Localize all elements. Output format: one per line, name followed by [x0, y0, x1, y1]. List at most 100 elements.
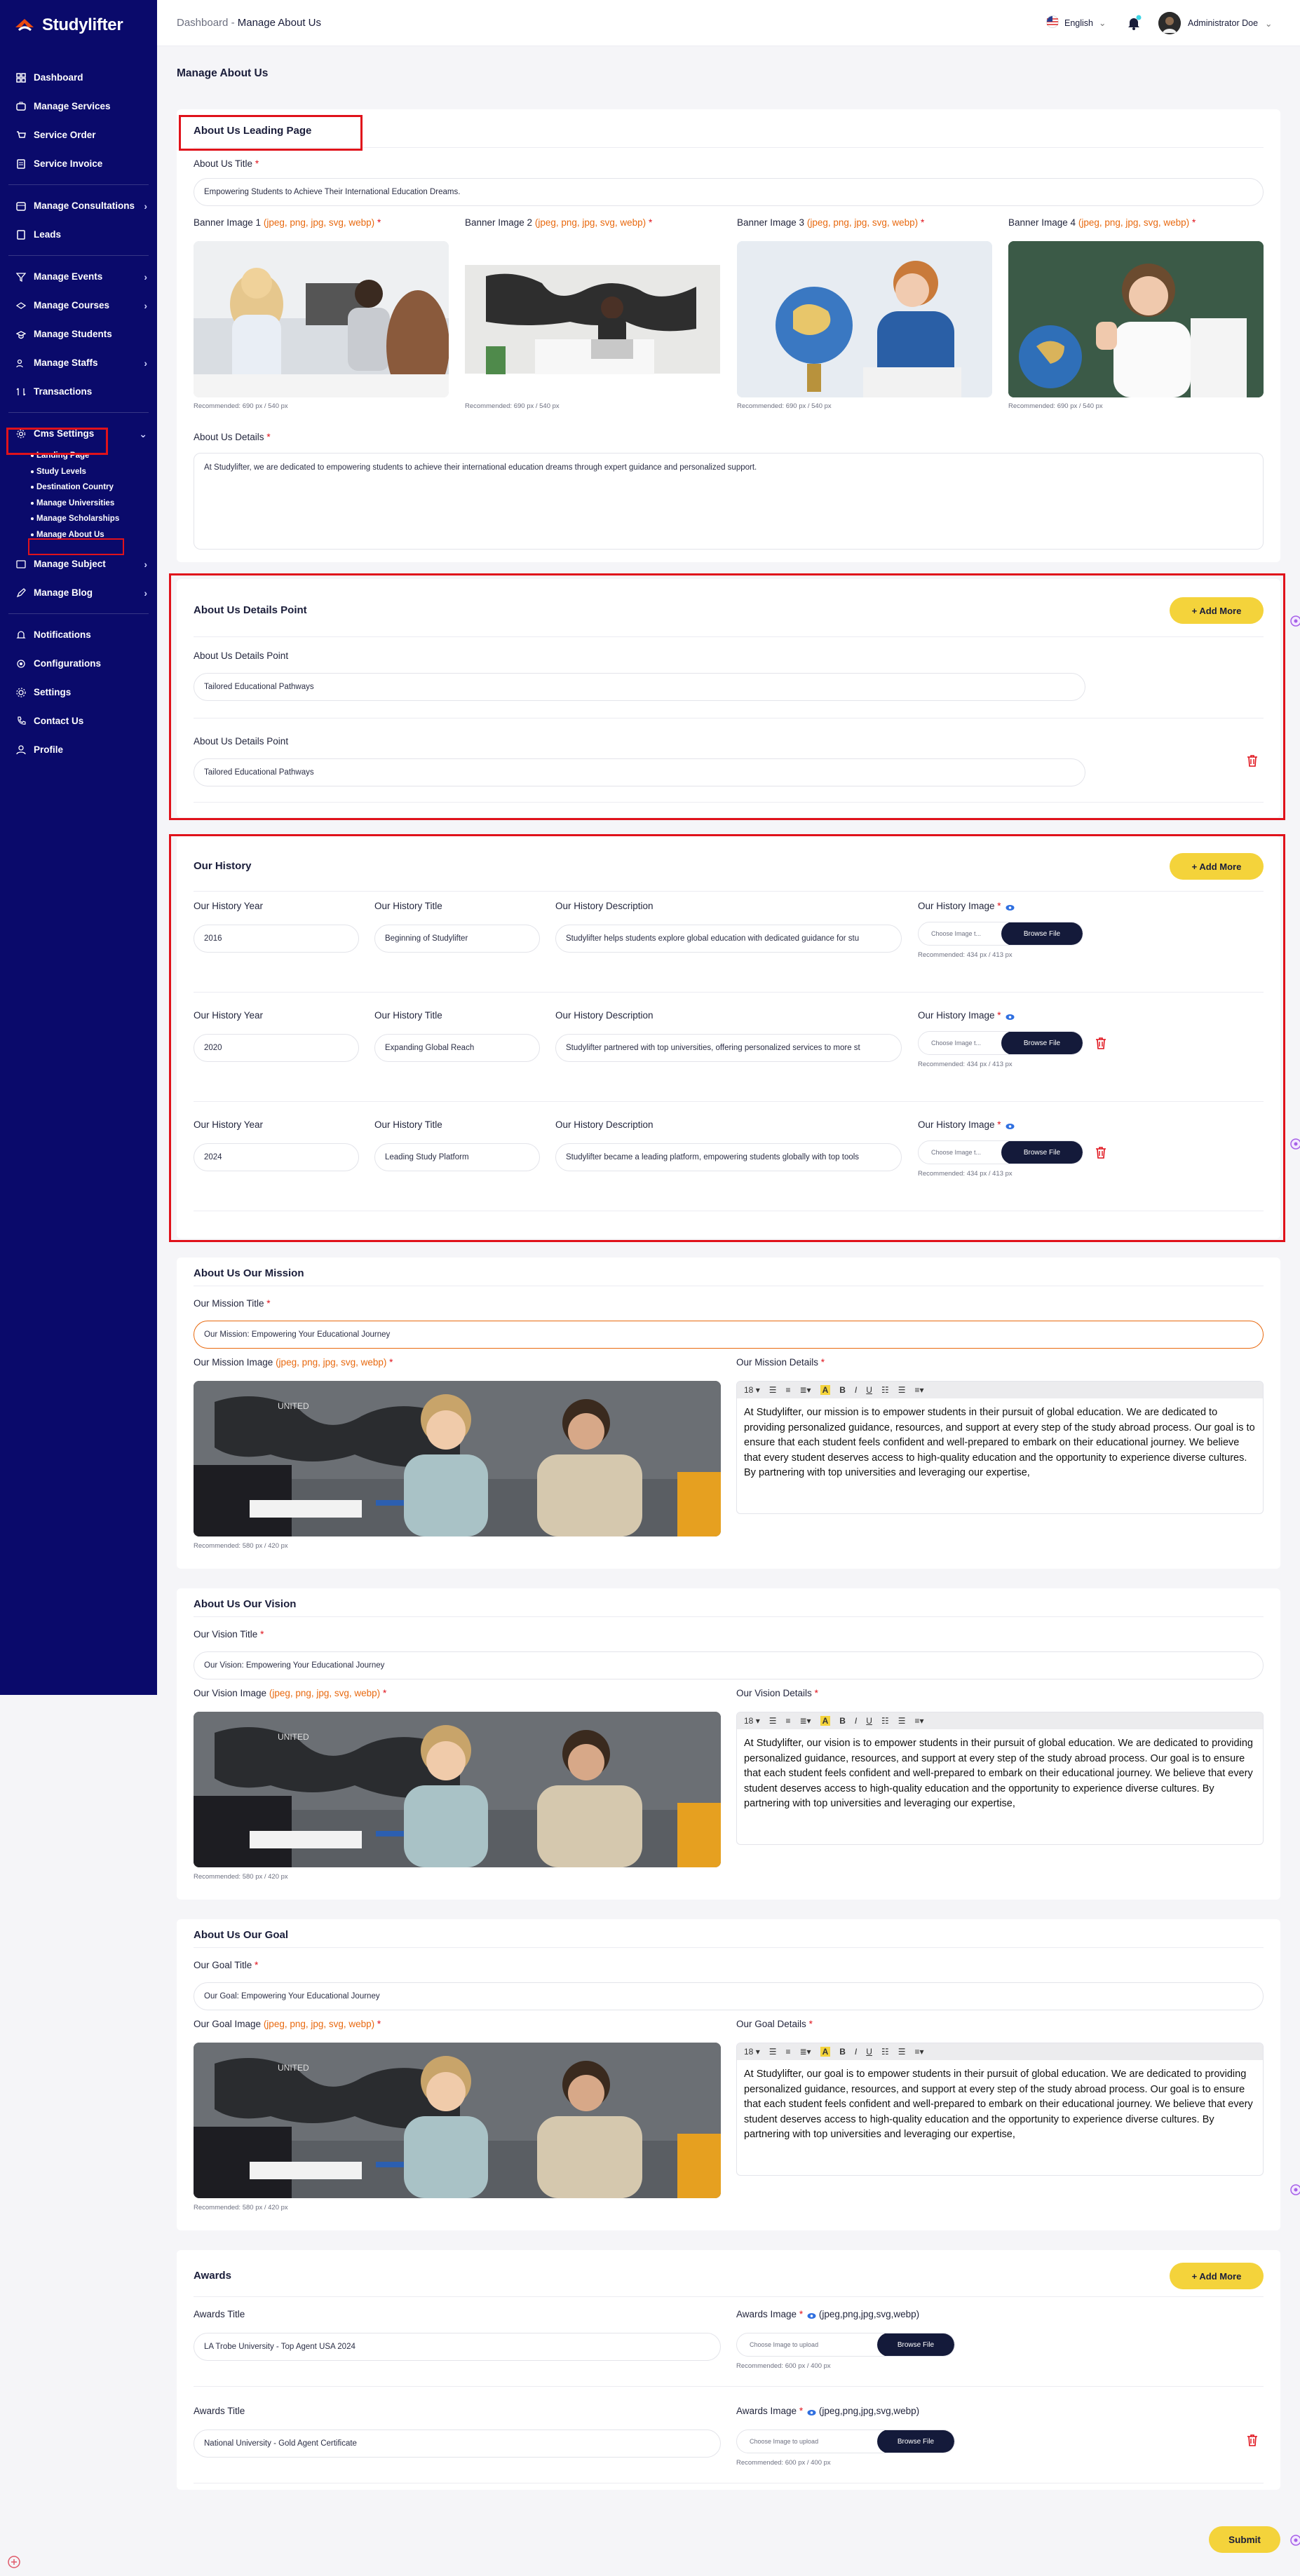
side-tab-icon[interactable] — [1286, 2533, 1300, 2547]
mission-title-input[interactable]: Our Mission: Empowering Your Educational… — [194, 1321, 1264, 1349]
paragraph-align-icon[interactable]: ≡▾ — [914, 1716, 923, 1726]
about-details-textarea[interactable]: At Studylifter, we are dedicated to empo… — [194, 453, 1264, 550]
ordered-list-icon[interactable]: ☷ — [881, 1385, 889, 1395]
sidebar-item-manage-services[interactable]: Manage Services — [0, 92, 157, 121]
font-size-select[interactable]: 18 ▾ — [744, 2047, 760, 2057]
ordered-list-icon[interactable]: ☷ — [881, 1716, 889, 1726]
sidebar-item-notifications[interactable]: Notifications — [0, 620, 157, 649]
add-more-awards-button[interactable]: + Add More — [1170, 2263, 1264, 2289]
banner-image-4[interactable] — [1008, 241, 1264, 397]
numbered-list-icon[interactable]: ≡ — [785, 1716, 790, 1726]
editor-content[interactable]: At Studylifter, our mission is to empowe… — [737, 1398, 1263, 1488]
history-title-input[interactable]: Expanding Global Reach — [374, 1034, 540, 1062]
align-icon[interactable]: ≣▾ — [800, 2047, 811, 2057]
breadcrumb-root[interactable]: Dashboard — [177, 17, 228, 29]
notification-bell-icon[interactable] — [1125, 14, 1143, 32]
sidebar-item-manage-blog[interactable]: Manage Blog › — [0, 578, 157, 607]
sidebar-item-cms-settings[interactable]: Cms Settings ⌄ — [0, 419, 157, 448]
ordered-list-icon[interactable]: ☷ — [881, 2047, 889, 2057]
goal-details-editor[interactable]: 18 ▾ ☰ ≡ ≣▾ A B I U ☷ ☰ ≡▾ At Studylifter, our goa… — [736, 2043, 1264, 2176]
side-tab-icon[interactable] — [1286, 1137, 1300, 1151]
eye-icon[interactable] — [807, 2311, 816, 2319]
history-year-input[interactable]: 2024 — [194, 1143, 359, 1171]
eye-icon[interactable] — [1006, 1012, 1015, 1021]
sidebar-item-manage-consultations[interactable]: Manage Consultations › — [0, 191, 157, 220]
about-title-input[interactable]: Empowering Students to Achieve Their Int… — [194, 178, 1264, 206]
italic-icon[interactable]: I — [855, 1385, 857, 1395]
goal-image[interactable]: UNITED — [194, 2043, 721, 2198]
italic-icon[interactable]: I — [855, 1716, 857, 1726]
history-image-upload[interactable]: Choose Image t... Browse File — [918, 922, 1083, 946]
history-title-input[interactable]: Beginning of Studylifter — [374, 925, 540, 953]
numbered-list-icon[interactable]: ≡ — [785, 2047, 790, 2057]
history-desc-input[interactable]: Studylifter helps students explore globa… — [555, 925, 902, 953]
details-point-input[interactable]: Tailored Educational Pathways — [194, 673, 1085, 701]
awards-image-upload[interactable]: Choose Image to upload Browse File — [736, 2333, 955, 2357]
text-color-icon[interactable]: A — [820, 1716, 831, 1726]
history-image-upload[interactable]: Choose Image t... Browse File — [918, 1140, 1083, 1164]
sidebar-subitem-destination-country[interactable]: Destination Country — [0, 479, 157, 496]
sidebar-item-service-order[interactable]: Service Order — [0, 121, 157, 149]
trash-icon[interactable] — [1095, 1037, 1106, 1049]
vision-details-editor[interactable]: 18 ▾ ☰ ≡ ≣▾ A B I U ☷ ☰ ≡▾ At Studylifter, our vis… — [736, 1712, 1264, 1845]
bullet-list-icon[interactable]: ☰ — [769, 1385, 777, 1395]
awards-title-input[interactable]: National University - Gold Agent Certifi… — [194, 2430, 721, 2458]
user-menu[interactable]: Administrator Doe ⌄ — [1158, 12, 1273, 34]
trash-icon[interactable] — [1095, 1146, 1106, 1159]
font-size-select[interactable]: 18 ▾ — [744, 1385, 760, 1395]
sidebar-subitem-manage-universities[interactable]: Manage Universities — [0, 496, 157, 512]
awards-image-upload[interactable]: Choose Image to upload Browse File — [736, 2430, 955, 2453]
bold-icon[interactable]: B — [839, 1716, 846, 1726]
sidebar-item-configurations[interactable]: Configurations — [0, 649, 157, 678]
sidebar-item-manage-students[interactable]: Manage Students — [0, 320, 157, 348]
trash-icon[interactable] — [1247, 2434, 1258, 2446]
banner-image-3[interactable] — [737, 241, 992, 397]
sidebar-item-leads[interactable]: Leads — [0, 220, 157, 249]
side-tab-icon[interactable] — [1286, 2183, 1300, 2197]
sidebar-subitem-landing-page[interactable]: Landing Page — [0, 448, 157, 464]
browse-file-button[interactable]: Browse File — [877, 2333, 954, 2356]
unordered-list-icon[interactable]: ☰ — [898, 1716, 906, 1726]
awards-title-input[interactable]: LA Trobe University - Top Agent USA 2024 — [194, 2333, 721, 2361]
history-desc-input[interactable]: Studylifter became a leading platform, e… — [555, 1143, 902, 1171]
bullet-list-icon[interactable]: ☰ — [769, 2047, 777, 2057]
sidebar-item-settings[interactable]: Settings — [0, 678, 157, 707]
chat-widget-icon[interactable] — [7, 2555, 21, 2569]
sidebar-item-manage-subject[interactable]: Manage Subject › — [0, 550, 157, 578]
underline-icon[interactable]: U — [866, 1716, 872, 1726]
editor-content[interactable]: At Studylifter, our goal is to empower s… — [737, 2060, 1263, 2150]
editor-content[interactable]: At Studylifter, our vision is to empower… — [737, 1729, 1263, 1819]
font-size-select[interactable]: 18 ▾ — [744, 1716, 760, 1726]
eye-icon[interactable] — [1006, 903, 1015, 911]
sidebar-item-contact-us[interactable]: Contact Us — [0, 707, 157, 735]
italic-icon[interactable]: I — [855, 2047, 857, 2057]
submit-button[interactable]: Submit — [1209, 2526, 1280, 2553]
history-year-input[interactable]: 2020 — [194, 1034, 359, 1062]
vision-title-input[interactable]: Our Vision: Empowering Your Educational … — [194, 1651, 1264, 1679]
text-color-icon[interactable]: A — [820, 2047, 831, 2057]
mission-details-editor[interactable]: 18 ▾ ☰ ≡ ≣▾ A B I U ☷ ☰ ≡▾ At Studylifter, our mis… — [736, 1381, 1264, 1514]
sidebar-subitem-manage-about-us[interactable]: Manage About Us — [0, 527, 157, 543]
paragraph-align-icon[interactable]: ≡▾ — [914, 1385, 923, 1395]
align-icon[interactable]: ≣▾ — [800, 1716, 811, 1726]
bold-icon[interactable]: B — [839, 2047, 846, 2057]
sidebar-item-manage-events[interactable]: Manage Events › — [0, 262, 157, 291]
paragraph-align-icon[interactable]: ≡▾ — [914, 2047, 923, 2057]
sidebar-subitem-study-levels[interactable]: Study Levels — [0, 464, 157, 480]
history-desc-input[interactable]: Studylifter partnered with top universit… — [555, 1034, 902, 1062]
history-title-input[interactable]: Leading Study Platform — [374, 1143, 540, 1171]
mission-image[interactable]: UNITED — [194, 1381, 721, 1536]
eye-icon[interactable] — [807, 2408, 816, 2416]
bold-icon[interactable]: B — [839, 1385, 846, 1395]
underline-icon[interactable]: U — [866, 2047, 872, 2057]
browse-file-button[interactable]: Browse File — [1001, 1032, 1083, 1054]
sidebar-item-transactions[interactable]: Transactions — [0, 377, 157, 406]
eye-icon[interactable] — [1006, 1122, 1015, 1130]
details-point-input[interactable]: Tailored Educational Pathways — [194, 758, 1085, 786]
add-more-history-button[interactable]: + Add More — [1170, 853, 1264, 880]
sidebar-item-service-invoice[interactable]: Service Invoice — [0, 149, 157, 178]
banner-image-1[interactable] — [194, 241, 449, 397]
browse-file-button[interactable]: Browse File — [877, 2430, 954, 2453]
sidebar-item-dashboard[interactable]: Dashboard — [0, 63, 157, 92]
unordered-list-icon[interactable]: ☰ — [898, 2047, 906, 2057]
